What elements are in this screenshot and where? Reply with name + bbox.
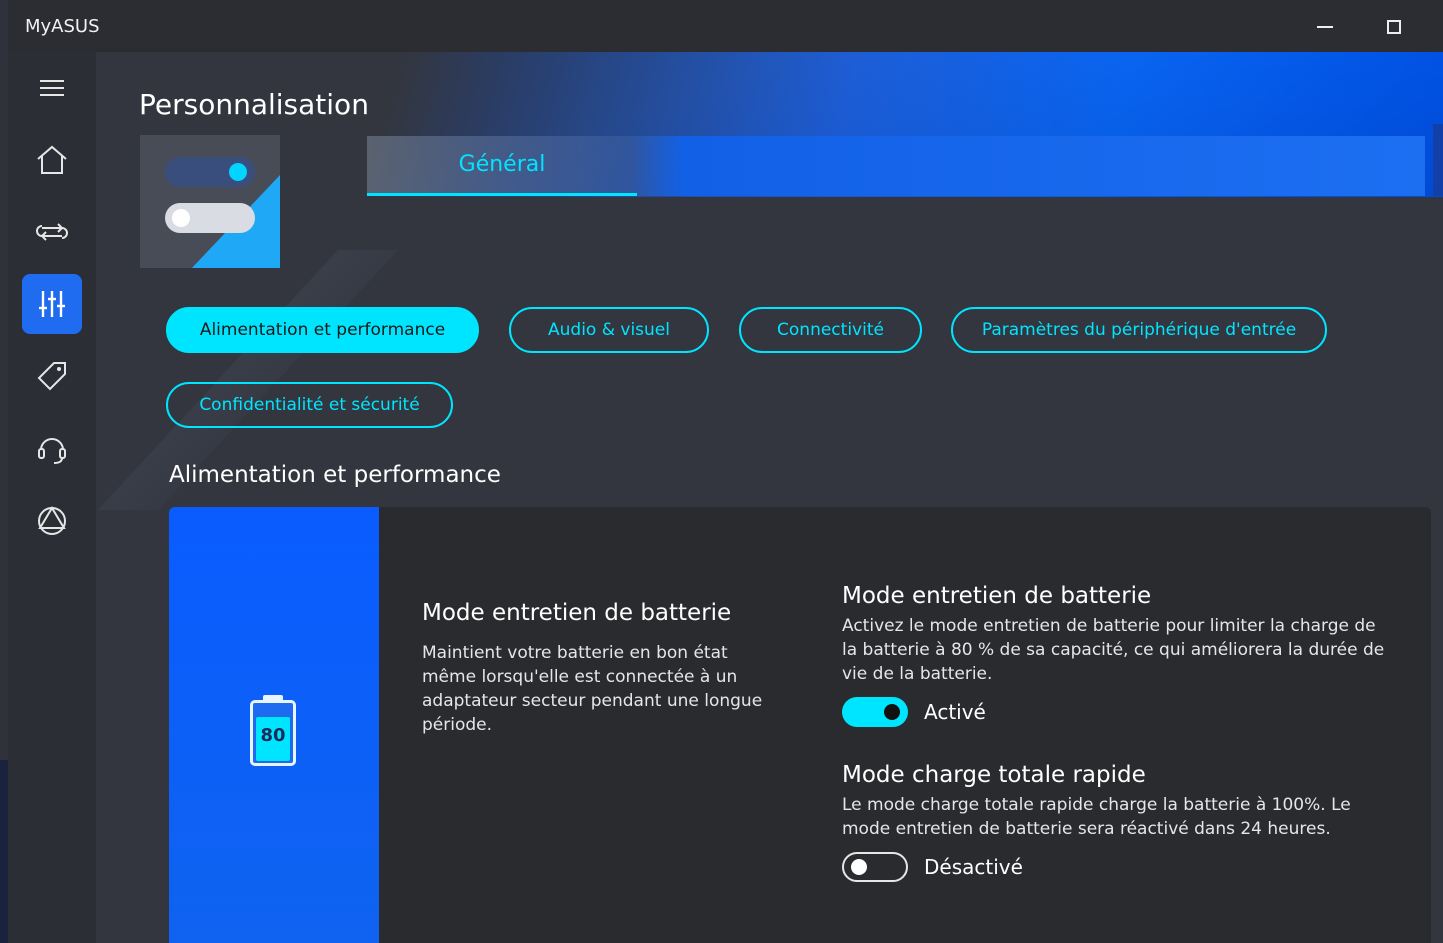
page-title: Personnalisation (139, 88, 369, 121)
hamburger-icon (40, 80, 64, 96)
category-privacy-security[interactable]: Confidentialité et sécurité (166, 382, 453, 428)
app-title: MyASUS (25, 16, 100, 37)
sidebar-item-home[interactable] (22, 130, 82, 190)
menu-button[interactable] (22, 58, 82, 118)
toggle-knob (851, 859, 867, 875)
tag-icon (37, 362, 66, 391)
battery-icon: 80 (250, 695, 296, 767)
triangle-circle-icon (38, 506, 66, 535)
tab-general[interactable]: Général (367, 136, 637, 196)
minimize-icon (1317, 26, 1333, 28)
battery-care-card: 80 Mode entretien de batterie Maintient … (169, 507, 1431, 943)
banner-edge (1433, 124, 1443, 196)
fast-charge-state: Désactivé (924, 855, 1023, 879)
sidebar-item-customization[interactable] (22, 274, 82, 334)
sidebar-item-support[interactable] (22, 418, 82, 478)
battery-care-state: Activé (924, 700, 986, 724)
section-title: Alimentation et performance (169, 462, 501, 488)
sliders-icon (39, 291, 65, 317)
sidebar (8, 52, 96, 943)
desktop-background-strip (0, 760, 8, 943)
headset-icon (38, 438, 66, 464)
myasus-window: MyASUS Personnalisation Général Alimenta… (8, 0, 1443, 943)
maximize-button[interactable] (1374, 12, 1414, 42)
toggle-knob (884, 704, 900, 720)
illustration-toggle-off (165, 203, 255, 233)
illustration-toggle-on (165, 157, 255, 187)
card-illustration-panel: 80 (169, 507, 379, 943)
sidebar-item-link[interactable] (22, 202, 82, 262)
fast-charge-title: Mode charge totale rapide (842, 762, 1146, 788)
minimize-button[interactable] (1305, 12, 1345, 42)
battery-care-title: Mode entretien de batterie (842, 583, 1152, 609)
fast-charge-toggle[interactable] (842, 852, 908, 882)
battery-care-description: Activez le mode entretien de batterie po… (842, 616, 1385, 684)
battery-care-toggle[interactable] (842, 697, 908, 727)
category-connectivity[interactable]: Connectivité (739, 307, 922, 353)
category-power-performance[interactable]: Alimentation et performance (166, 307, 479, 353)
title-bar: MyASUS (8, 0, 1443, 52)
fast-charge-description: Le mode charge totale rapide charge la b… (842, 795, 1351, 839)
intro-title: Mode entretien de batterie (422, 600, 732, 626)
sync-icon (36, 223, 68, 241)
category-input-devices[interactable]: Paramètres du périphérique d'entrée (951, 307, 1327, 353)
home-icon (37, 145, 67, 174)
customization-illustration (140, 135, 280, 268)
sidebar-item-apps[interactable] (22, 490, 82, 550)
maximize-icon (1387, 20, 1401, 34)
battery-level-label: 80 (260, 725, 286, 746)
category-audio-visual[interactable]: Audio & visuel (509, 307, 709, 353)
sidebar-item-deals[interactable] (22, 346, 82, 406)
intro-text: Maintient votre batterie en bon état mêm… (422, 643, 763, 735)
